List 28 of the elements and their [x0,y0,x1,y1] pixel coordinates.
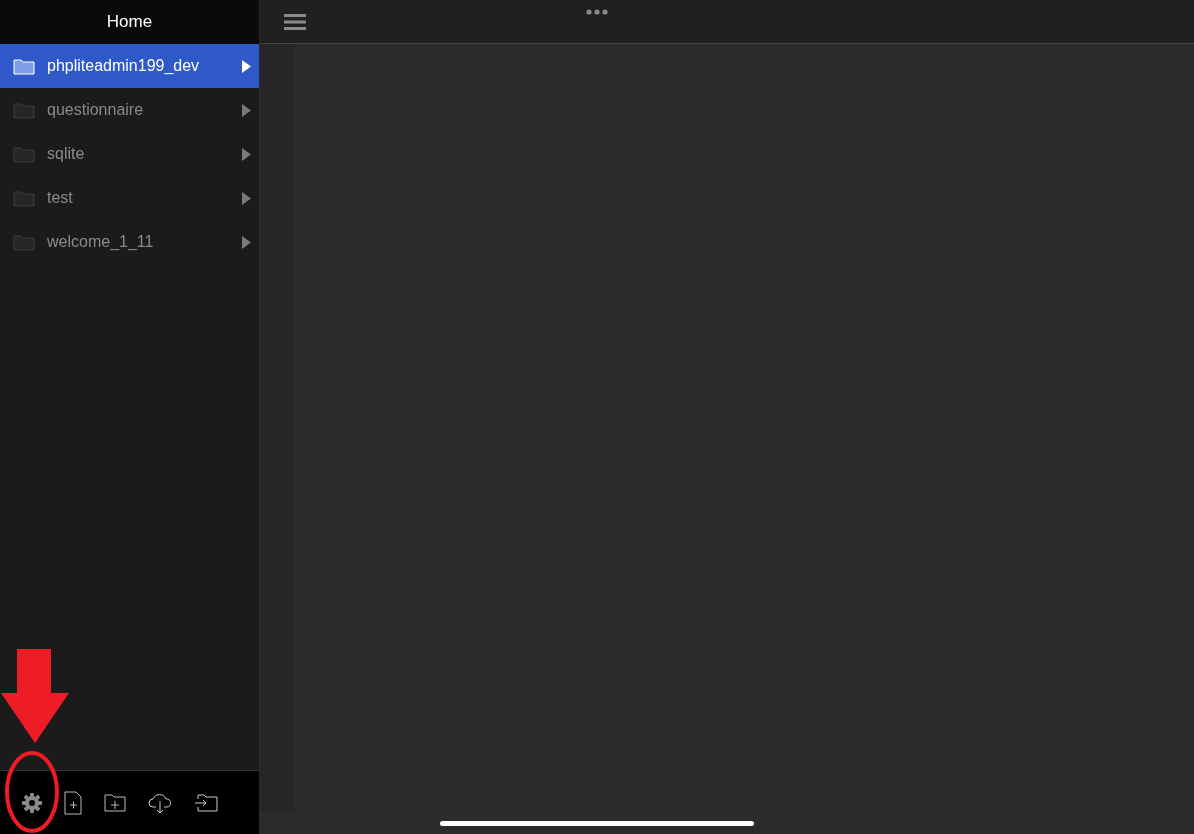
chevron-right-icon [242,191,251,205]
folder-row[interactable]: test [0,176,259,220]
cloud-download-icon[interactable] [148,791,172,814]
new-folder-icon[interactable] [104,793,126,812]
chevron-right-icon [242,59,251,73]
folder-name: sqlite [47,144,86,164]
folder-icon [13,57,35,75]
folder-icon [13,145,35,163]
chevron-right-icon [242,103,251,117]
folder-icon [13,233,35,251]
menu-icon[interactable] [284,13,306,30]
more-dots-icon[interactable] [586,9,608,15]
settings-icon[interactable] [22,792,42,813]
chevron-right-icon [242,147,251,161]
folder-row[interactable]: questionnaire [0,88,259,132]
folder-row[interactable]: phpliteadmin199_dev [0,44,259,88]
import-folder-icon[interactable] [194,793,218,812]
folder-name: phpliteadmin199_dev [47,56,201,76]
new-file-icon[interactable] [64,790,82,815]
folder-icon [13,101,35,119]
folder-name: questionnaire [47,100,145,120]
folder-row[interactable]: sqlite [0,132,259,176]
folder-icon [13,189,35,207]
folder-name: test [47,188,74,208]
chevron-right-icon [242,235,251,249]
folder-row[interactable]: welcome_1_11 [0,220,259,264]
sidebar-title: Home [106,11,153,34]
folder-name: welcome_1_11 [47,232,155,252]
